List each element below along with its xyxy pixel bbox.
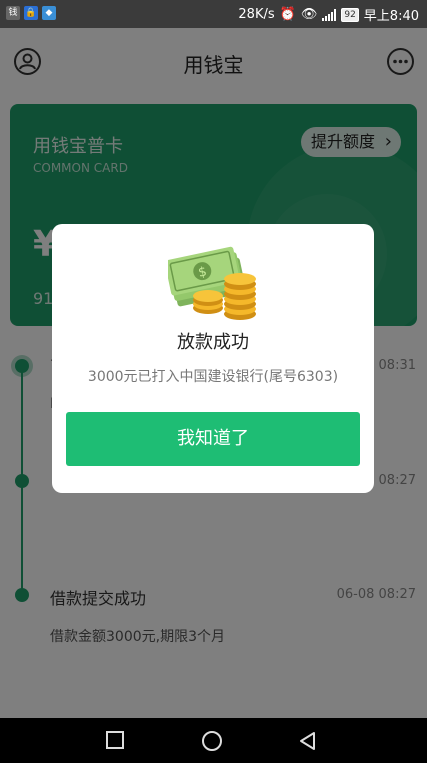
system-status: 28K/s ⏰ 👁 92 早上8:40	[238, 5, 419, 24]
shield-notification-icon: ◆	[42, 6, 56, 20]
recent-apps-icon[interactable]	[106, 731, 124, 749]
dialog-title: 放款成功	[177, 332, 249, 353]
eye-icon: 👁	[300, 7, 318, 22]
notification-icons: 钱 🔒 ◆	[6, 6, 56, 20]
loan-success-dialog: $ 放款成功 3000元已打入中国建设银行(尾号6303) 我知道了	[52, 224, 374, 493]
dialog-message: 3000元已打入中国建设银行(尾号6303)	[87, 369, 339, 385]
status-bar: 钱 🔒 ◆ 28K/s ⏰ 👁 92 早上8:40	[0, 0, 427, 28]
clock: 早上8:40	[363, 9, 419, 24]
battery-icon: 92	[341, 7, 359, 22]
lock-notification-icon: 🔒	[24, 6, 38, 20]
alarm-icon: ⏰	[279, 7, 296, 22]
home-icon[interactable]	[202, 731, 222, 751]
system-nav-bar	[0, 718, 427, 763]
back-icon[interactable]	[298, 731, 318, 751]
money-icon: $	[168, 246, 256, 320]
app-notification-icon: 钱	[6, 6, 20, 20]
net-speed: 28K/s	[238, 7, 275, 22]
got-it-button[interactable]: 我知道了	[66, 412, 360, 466]
signal-icon	[322, 8, 337, 21]
